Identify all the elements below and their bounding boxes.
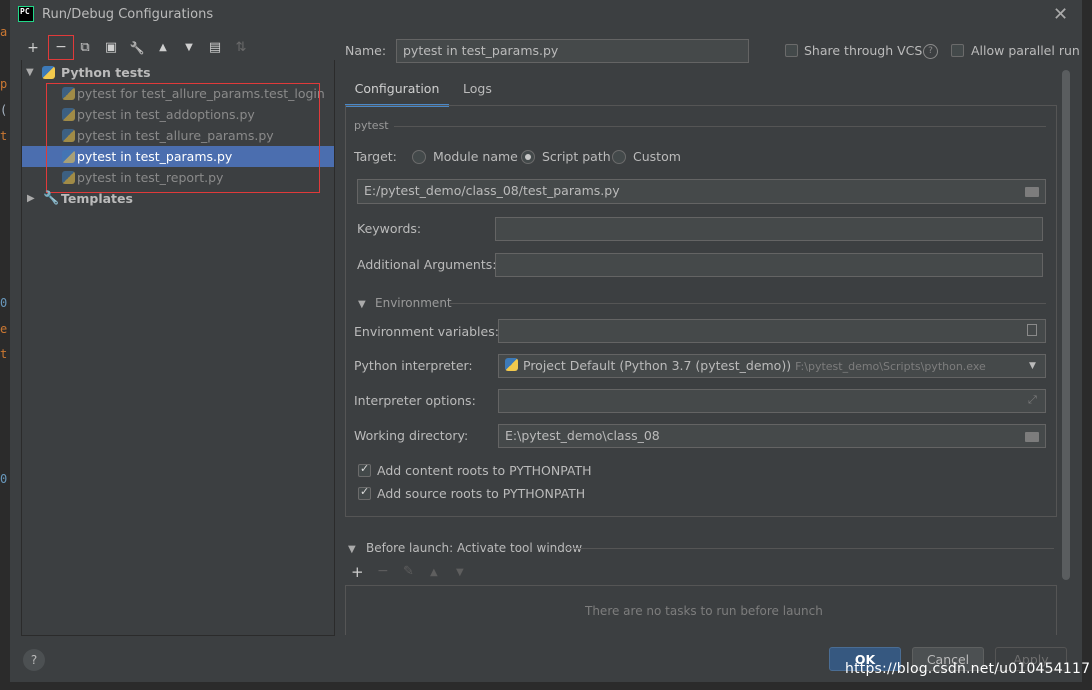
expand-icon[interactable]: ⤢ — [1028, 393, 1037, 407]
content-roots-checkbox[interactable] — [358, 462, 371, 477]
editor-char: a — [0, 25, 8, 39]
configuration-panel — [345, 105, 1057, 517]
environment-section-title: Environment — [375, 296, 452, 310]
no-tasks-text: There are no tasks to run before launch — [585, 604, 823, 618]
document-icon[interactable] — [1027, 324, 1037, 336]
script-path-input[interactable]: E:/pytest_demo/class_08/test_params.py — [357, 179, 1046, 204]
working-directory-label: Working directory: — [354, 428, 469, 443]
module-name-radio[interactable] — [412, 150, 426, 164]
editor-strip: a p ( t 0 e t 0 — [0, 0, 10, 690]
interpreter-path: F:\pytest_demo\Scripts\python.exe — [795, 360, 986, 373]
custom-radio[interactable] — [612, 150, 626, 164]
divider — [566, 548, 1054, 549]
chevron-down-icon[interactable]: ▼ — [358, 299, 366, 310]
move-down-icon[interactable]: ▼ — [179, 38, 199, 58]
share-vcs-checkbox[interactable] — [785, 44, 798, 57]
close-icon[interactable]: ✕ — [1053, 4, 1068, 25]
editor-char: p — [0, 77, 8, 91]
move-down-icon[interactable]: ▼ — [456, 567, 464, 578]
add-task-icon[interactable]: + — [351, 563, 364, 581]
environment-variables-input[interactable] — [498, 319, 1046, 343]
new-folder-icon[interactable]: ▤ — [205, 38, 225, 58]
python-icon — [42, 66, 55, 79]
editor-char: t — [0, 347, 8, 361]
edit-task-icon[interactable]: ✎ — [403, 564, 414, 579]
save-icon[interactable]: ▣ — [101, 38, 121, 58]
run-debug-dialog: PC Run/Debug Configurations ✕ + − ⧉ ▣ 🔧 … — [10, 0, 1083, 682]
scrollbar[interactable] — [1062, 70, 1070, 580]
chevron-down-icon[interactable]: ▼ — [348, 544, 356, 555]
highlight-box — [46, 83, 320, 193]
before-launch-title: Before launch: Activate tool window — [366, 541, 583, 555]
interpreter-options-input[interactable] — [498, 389, 1046, 413]
help-icon[interactable]: ? — [23, 649, 45, 671]
script-path-label: Script path — [542, 149, 611, 164]
editor-char: t — [0, 129, 8, 143]
python-interpreter-select[interactable]: Project Default (Python 3.7 (pytest_demo… — [498, 354, 1046, 378]
sort-icon[interactable]: ⇅ — [231, 38, 251, 58]
target-label: Target: — [354, 149, 397, 164]
source-roots-checkbox[interactable] — [358, 485, 371, 500]
config-tree: ▼ Python tests pytest for test_allure_pa… — [21, 60, 335, 636]
tree-group-label: Templates — [61, 191, 133, 206]
content-roots-label: Add content roots to PYTHONPATH — [377, 463, 592, 478]
remove-icon[interactable]: − — [48, 35, 74, 60]
name-label: Name: — [345, 43, 387, 58]
window-title: Run/Debug Configurations — [42, 7, 214, 22]
allow-parallel-label: Allow parallel run — [971, 43, 1080, 58]
add-icon[interactable]: + — [23, 38, 43, 58]
module-name-label: Module name — [433, 149, 518, 164]
editor-strip-right — [1083, 0, 1092, 690]
wrench-icon: 🔧 — [43, 191, 60, 206]
folder-icon[interactable] — [1025, 432, 1039, 442]
tree-group-templates[interactable]: ▶ 🔧 Templates — [22, 188, 334, 209]
wrench-icon[interactable]: 🔧 — [127, 38, 147, 58]
python-icon — [505, 358, 518, 371]
chevron-right-icon[interactable]: ▶ — [27, 188, 35, 209]
pytest-group-title: pytest — [354, 119, 389, 132]
chevron-down-icon[interactable]: ▼ — [26, 62, 34, 83]
move-up-icon[interactable]: ▲ — [153, 38, 173, 58]
name-input[interactable]: pytest in test_params.py — [396, 39, 749, 63]
tab-configuration[interactable]: Configuration — [345, 76, 449, 107]
interpreter-value: Project Default (Python 3.7 (pytest_demo… — [523, 358, 792, 373]
environment-variables-label: Environment variables: — [354, 324, 499, 339]
tree-group-python-tests[interactable]: ▼ Python tests — [22, 62, 334, 83]
editor-char: 0 — [0, 472, 8, 486]
help-icon[interactable]: ? — [923, 44, 938, 59]
divider — [450, 303, 1046, 304]
tab-logs[interactable]: Logs — [463, 76, 492, 104]
editor-char: 0 — [0, 296, 8, 310]
tree-group-label: Python tests — [61, 65, 151, 80]
keywords-input[interactable] — [495, 217, 1043, 241]
script-path-radio[interactable] — [521, 150, 535, 164]
pycharm-logo-icon: PC — [18, 6, 34, 22]
source-roots-label: Add source roots to PYTHONPATH — [377, 486, 586, 501]
editor-char: e — [0, 322, 8, 336]
python-interpreter-label: Python interpreter: — [354, 358, 473, 373]
divider — [394, 126, 1046, 127]
custom-label: Custom — [633, 149, 681, 164]
additional-arguments-label: Additional Arguments: — [357, 257, 497, 272]
share-vcs-label: Share through VCS — [804, 43, 923, 58]
additional-arguments-input[interactable] — [495, 253, 1043, 277]
remove-task-icon[interactable]: − — [377, 563, 389, 579]
copy-icon[interactable]: ⧉ — [75, 38, 95, 58]
working-directory-input[interactable]: E:\pytest_demo\class_08 — [498, 424, 1046, 448]
chevron-down-icon[interactable]: ▼ — [1029, 361, 1036, 371]
move-up-icon[interactable]: ▲ — [430, 567, 438, 578]
editor-char: ( — [0, 103, 8, 117]
keywords-label: Keywords: — [357, 221, 422, 236]
allow-parallel-checkbox[interactable] — [951, 44, 964, 57]
title-bar: PC Run/Debug Configurations ✕ — [10, 0, 1082, 30]
watermark-text: https://blog.csdn.net/u010454117 — [845, 661, 1091, 677]
folder-icon[interactable] — [1025, 187, 1039, 197]
interpreter-options-label: Interpreter options: — [354, 393, 476, 408]
